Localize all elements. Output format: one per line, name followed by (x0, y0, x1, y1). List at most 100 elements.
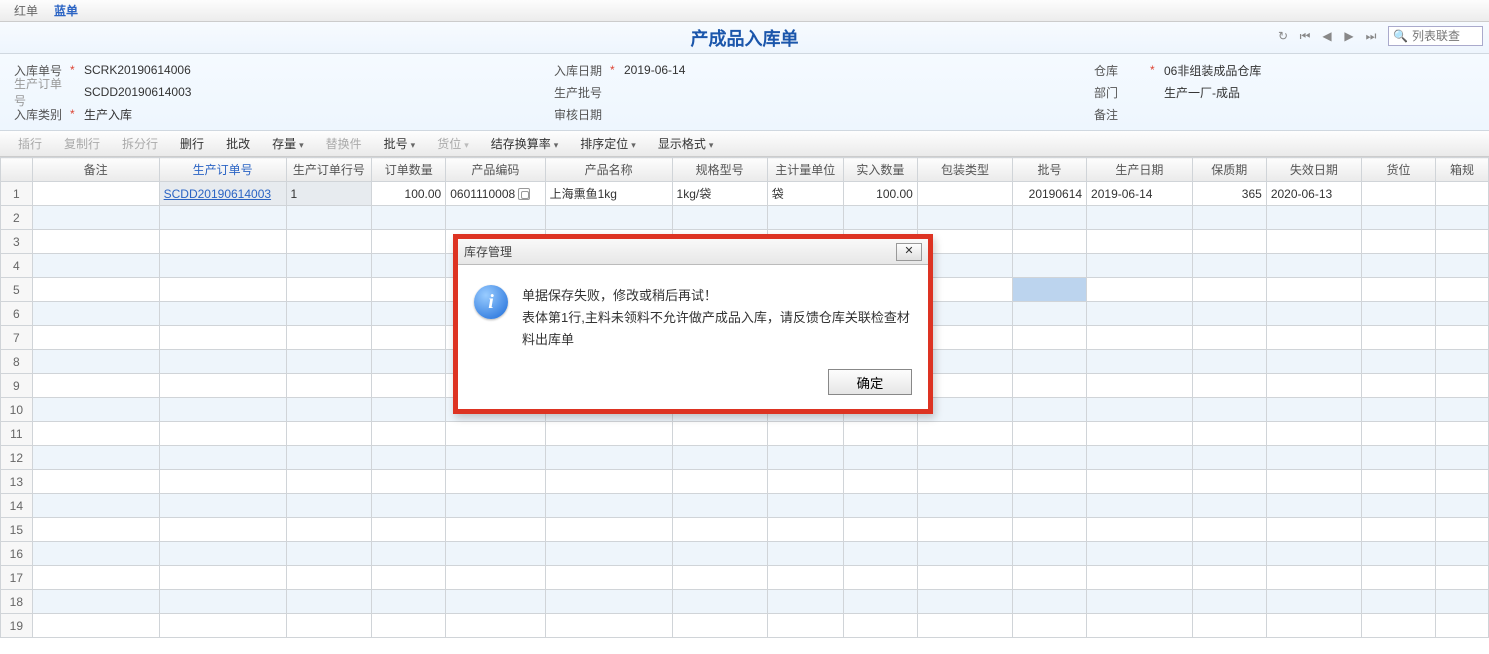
cell[interactable] (1087, 518, 1193, 542)
cell[interactable] (672, 422, 767, 446)
cell[interactable] (286, 494, 372, 518)
cell[interactable] (672, 446, 767, 470)
toolbar-btn-7[interactable]: 批号 (376, 132, 424, 155)
cell[interactable] (1266, 422, 1361, 446)
cell[interactable] (446, 446, 545, 470)
cell[interactable] (672, 542, 767, 566)
cell[interactable] (159, 446, 286, 470)
cell[interactable] (1436, 566, 1489, 590)
cell[interactable] (843, 494, 917, 518)
cell[interactable] (286, 398, 372, 422)
cell[interactable] (1436, 398, 1489, 422)
cell[interactable] (1192, 542, 1266, 566)
cell[interactable] (1361, 350, 1435, 374)
toolbar-btn-10[interactable]: 排序定位 (572, 132, 644, 155)
col-header[interactable]: 主计量单位 (767, 158, 843, 182)
cell[interactable] (1087, 446, 1193, 470)
cell[interactable]: 9 (1, 374, 33, 398)
cell[interactable] (372, 614, 446, 638)
cell[interactable] (1361, 182, 1435, 206)
cell[interactable] (1192, 254, 1266, 278)
cell[interactable] (1013, 326, 1087, 350)
cell[interactable] (1436, 182, 1489, 206)
cell[interactable] (159, 542, 286, 566)
cell[interactable] (767, 422, 843, 446)
cell[interactable] (1436, 230, 1489, 254)
cell[interactable] (1266, 518, 1361, 542)
cell[interactable] (286, 254, 372, 278)
cell[interactable] (1266, 494, 1361, 518)
cell[interactable] (372, 566, 446, 590)
cell[interactable]: 17 (1, 566, 33, 590)
cell[interactable] (1192, 614, 1266, 638)
cell[interactable] (159, 254, 286, 278)
cell[interactable] (1436, 590, 1489, 614)
prev-icon[interactable]: ◀ (1318, 27, 1336, 45)
cell[interactable] (1436, 542, 1489, 566)
cell[interactable]: 365 (1192, 182, 1266, 206)
cell[interactable]: 10 (1, 398, 33, 422)
cell[interactable] (286, 590, 372, 614)
cell[interactable] (1013, 590, 1087, 614)
toolbar-btn-9[interactable]: 结存换算率 (483, 132, 567, 155)
cell[interactable] (767, 518, 843, 542)
cell[interactable] (286, 470, 372, 494)
cell[interactable] (1192, 302, 1266, 326)
cell[interactable] (1361, 230, 1435, 254)
cell[interactable] (917, 446, 1012, 470)
cell[interactable] (372, 350, 446, 374)
col-header[interactable]: 实入数量 (843, 158, 917, 182)
order-link[interactable]: SCDD20190614003 (164, 187, 271, 201)
cell[interactable] (372, 374, 446, 398)
cell[interactable]: 20190614 (1013, 182, 1087, 206)
cell[interactable] (446, 590, 545, 614)
search-input[interactable] (1412, 27, 1482, 45)
cell[interactable] (1013, 470, 1087, 494)
form-value[interactable]: 生产入库 (84, 106, 264, 123)
cell[interactable] (372, 302, 446, 326)
cell[interactable]: 100.00 (843, 182, 917, 206)
cell[interactable] (1192, 518, 1266, 542)
cell[interactable] (1266, 206, 1361, 230)
cell[interactable] (917, 182, 1012, 206)
cell[interactable]: SCDD20190614003 (159, 182, 286, 206)
cell[interactable] (1436, 422, 1489, 446)
form-value[interactable]: SCDD20190614003 (84, 85, 264, 99)
cell[interactable] (1192, 470, 1266, 494)
cell[interactable] (286, 374, 372, 398)
cell[interactable] (159, 350, 286, 374)
cell[interactable] (1266, 566, 1361, 590)
cell[interactable] (843, 470, 917, 494)
cell[interactable] (1361, 278, 1435, 302)
cell[interactable] (545, 494, 672, 518)
cell[interactable] (1087, 590, 1193, 614)
cell[interactable] (1013, 542, 1087, 566)
cell[interactable] (1266, 374, 1361, 398)
col-header[interactable]: 规格型号 (672, 158, 767, 182)
cell[interactable] (1087, 566, 1193, 590)
cell[interactable]: 5 (1, 278, 33, 302)
col-header[interactable]: 生产订单行号 (286, 158, 372, 182)
cell[interactable] (1087, 494, 1193, 518)
cell[interactable] (1361, 254, 1435, 278)
cell[interactable] (672, 470, 767, 494)
cell[interactable] (32, 350, 159, 374)
cell[interactable] (159, 614, 286, 638)
cell[interactable]: 1 (286, 182, 372, 206)
cell[interactable] (917, 206, 1012, 230)
col-header[interactable]: 包装类型 (917, 158, 1012, 182)
cell[interactable] (1436, 518, 1489, 542)
cell[interactable] (1087, 374, 1193, 398)
cell[interactable] (545, 470, 672, 494)
tab-red[interactable]: 红单 (6, 0, 46, 21)
cell[interactable]: 0601110008 (446, 182, 545, 206)
cell[interactable] (372, 398, 446, 422)
col-header[interactable] (1, 158, 33, 182)
cell[interactable] (286, 206, 372, 230)
cell[interactable]: 2019-06-14 (1087, 182, 1193, 206)
col-header[interactable]: 产品名称 (545, 158, 672, 182)
cell[interactable] (1087, 614, 1193, 638)
cell[interactable] (286, 422, 372, 446)
cell[interactable] (1013, 374, 1087, 398)
cell[interactable] (1087, 206, 1193, 230)
